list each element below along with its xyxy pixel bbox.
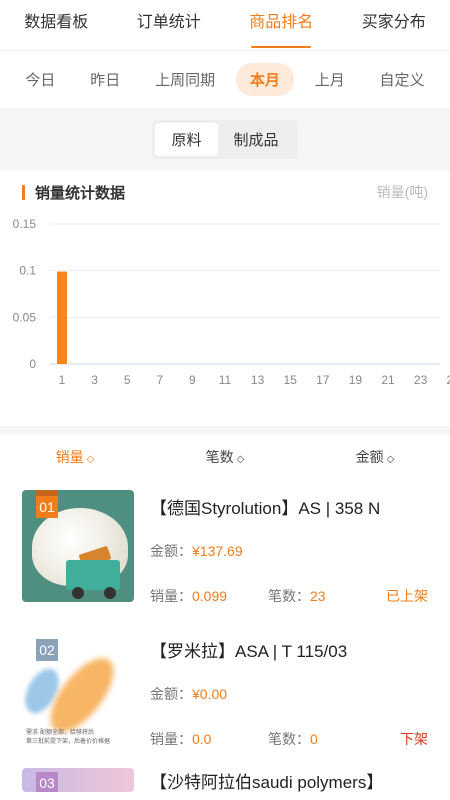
x-tick-label: 21 <box>381 373 395 387</box>
amount-value: ¥137.69 <box>192 543 243 559</box>
product-name: 【罗米拉】ASA | T 115/03 <box>150 642 348 661</box>
x-tick-label: 11 <box>219 373 232 387</box>
x-tick-label: 9 <box>189 373 196 387</box>
sort-toggle-icon: ◇ <box>86 454 95 465</box>
sort-toggle-icon: ◇ <box>236 454 245 465</box>
product-sales: 销量：0.099 <box>150 586 268 606</box>
wheel-icon <box>104 587 116 599</box>
sort-bar: 销量 ◇ 笔数 ◇ 金额 ◇ <box>0 434 450 480</box>
y-tick-label: 0 <box>29 357 36 371</box>
image-caption: 第三批前提下架，后着价价格据 <box>26 739 111 745</box>
sales-value: 0.0 <box>192 731 212 747</box>
x-tick-label: 25 <box>447 373 450 387</box>
date-filter-yesterday[interactable]: 昨日 <box>76 63 134 96</box>
product-image: 需求·配额全部，给够将后 第三批前提下架，后着价价格据 02 <box>22 633 134 745</box>
segment-raw-material[interactable]: 原料 <box>155 122 218 156</box>
product-stats: 销量：0.0 笔数：0 下架 <box>150 729 428 749</box>
rank-badge: 03 <box>36 772 58 792</box>
sort-by-amount[interactable]: 金额 ◇ <box>300 447 450 467</box>
sort-by-amount-label: 金额 <box>355 449 384 465</box>
top-tab-bar: 数据看板 订单统计 商品排名 买家分布 <box>0 0 450 50</box>
product-amount: 金额：¥0.00 <box>150 684 428 704</box>
bar-1 <box>57 271 67 364</box>
x-tick-label: 17 <box>316 373 330 387</box>
chart-title-text: 销量统计数据 <box>35 184 126 202</box>
tab-product-ranking[interactable]: 商品排名 <box>225 0 338 50</box>
tab-dashboard[interactable]: 数据看板 <box>0 0 113 50</box>
product-item[interactable]: 需求·配额全部，给够将后 第三批前提下架，后着价价格据 02 【罗米拉】ASA … <box>0 623 450 766</box>
status-badge: 下架 <box>400 731 428 747</box>
sort-toggle-icon: ◇ <box>386 454 395 465</box>
count-value: 23 <box>310 588 326 604</box>
product-name: 【沙特阿拉伯saudi polymers】 <box>150 773 384 792</box>
sales-value: 0.099 <box>192 588 228 604</box>
sort-by-sales[interactable]: 销量 ◇ <box>0 447 150 467</box>
x-tick-label: 19 <box>349 373 363 387</box>
x-tick-label: 1 <box>59 373 66 387</box>
sales-label: 销量： <box>150 731 192 747</box>
product-info: 【德国Styrolution】AS | 358 N 金额：¥137.69 销量：… <box>150 490 428 611</box>
amount-value: ¥0.00 <box>192 686 228 702</box>
wheel-icon <box>72 587 84 599</box>
product-image: 03 <box>22 768 134 792</box>
sales-chart-card: 销量统计数据 销量(吨) 0 0.05 0.1 0.15 1 3 5 7 9 11 13 15 17 19… <box>0 170 450 426</box>
segment-finished-product[interactable]: 制成品 <box>218 123 295 156</box>
date-filter-today[interactable]: 今日 <box>11 63 69 96</box>
date-filter-custom[interactable]: 自定义 <box>366 63 439 96</box>
date-filter-last-week[interactable]: 上周同期 <box>141 63 229 96</box>
product-list: 01 【德国Styrolution】AS | 358 N 金额：¥137.69 … <box>0 480 450 800</box>
product-image: 01 <box>22 490 134 602</box>
sales-bar-chart: 00.050.10.15135791113151719212325 <box>13 217 450 387</box>
amount-label: 金额： <box>150 686 192 702</box>
rank-badge: 01 <box>36 496 58 518</box>
sort-by-count-label: 笔数 <box>205 449 234 465</box>
x-tick-label: 23 <box>414 373 428 387</box>
product-amount: 金额：¥137.69 <box>150 541 428 561</box>
x-tick-label: 5 <box>124 373 131 387</box>
title-accent-bar <box>22 184 25 200</box>
y-tick-label: 0.1 <box>19 264 36 278</box>
tab-buyer-distribution[interactable]: 买家分布 <box>338 0 450 50</box>
product-count: 笔数：23 <box>268 586 386 606</box>
product-stats: 销量：0.099 笔数：23 已上架 <box>150 586 428 606</box>
x-tick-label: 13 <box>251 373 265 387</box>
count-value: 0 <box>310 731 318 747</box>
y-tick-label: 0.15 <box>13 217 37 231</box>
chart-title: 销量统计数据 <box>22 182 125 203</box>
count-label: 笔数： <box>268 731 310 747</box>
product-info: 【罗米拉】ASA | T 115/03 金额：¥0.00 销量：0.0 笔数：0… <box>150 633 428 754</box>
x-tick-label: 7 <box>156 373 163 387</box>
sort-by-count[interactable]: 笔数 ◇ <box>150 447 300 467</box>
sort-by-sales-label: 销量 <box>55 449 84 465</box>
sales-label: 销量： <box>150 588 192 604</box>
toy-truck-icon <box>66 560 120 590</box>
image-caption: 需求·配额全部，给够将后 <box>26 730 94 736</box>
section-divider <box>0 426 450 434</box>
product-name: 【德国Styrolution】AS | 358 N <box>150 499 381 518</box>
rank-badge: 02 <box>36 639 58 661</box>
x-tick-label: 3 <box>91 373 98 387</box>
y-tick-label: 0.05 <box>13 310 37 324</box>
date-filter-bar: 今日 昨日 上周同期 本月 上月 自定义 <box>0 50 450 108</box>
product-count: 笔数：0 <box>268 729 400 749</box>
tab-order-stats[interactable]: 订单统计 <box>113 0 226 50</box>
product-item[interactable]: 01 【德国Styrolution】AS | 358 N 金额：¥137.69 … <box>0 480 450 623</box>
date-filter-last-month[interactable]: 上月 <box>301 63 359 96</box>
date-filter-this-month[interactable]: 本月 <box>235 63 294 96</box>
chart-header: 销量统计数据 销量(吨) <box>0 170 450 214</box>
product-info: 【沙特阿拉伯saudi polymers】 <box>150 768 428 794</box>
status-badge: 已上架 <box>386 588 428 604</box>
category-segment-area: 原料 制成品 <box>0 108 450 170</box>
chart-unit-label: 销量(吨) <box>376 184 428 200</box>
x-tick-label: 15 <box>284 373 298 387</box>
category-segment: 原料 制成品 <box>152 119 298 159</box>
product-item[interactable]: 03 【沙特阿拉伯saudi polymers】 <box>0 766 450 800</box>
amount-label: 金额： <box>150 543 192 559</box>
product-sales: 销量：0.0 <box>150 729 268 749</box>
count-label: 笔数： <box>268 588 310 604</box>
